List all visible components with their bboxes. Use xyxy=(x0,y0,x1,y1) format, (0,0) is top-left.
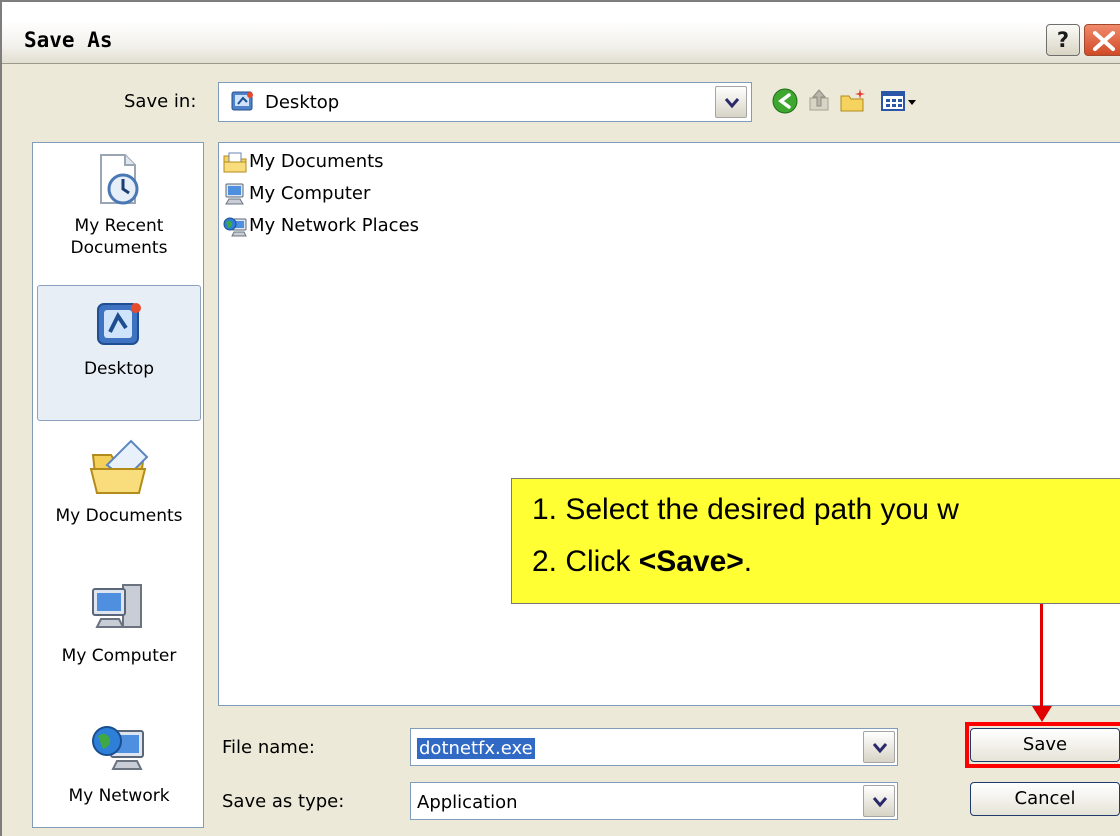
chevron-down-icon xyxy=(724,98,740,109)
up-folder-icon[interactable] xyxy=(804,86,834,116)
save-as-type-select[interactable]: Application xyxy=(410,782,898,820)
save-in-label: Save in: xyxy=(124,91,197,112)
place-my-computer[interactable]: My Computer xyxy=(37,579,201,679)
title-bar[interactable]: Save As ? xyxy=(2,2,1120,64)
place-label-line1: My Recent xyxy=(74,216,164,236)
file-name-dropdown[interactable] xyxy=(863,731,895,763)
file-name: My Documents xyxy=(249,151,384,172)
place-my-network[interactable]: My Network xyxy=(37,719,201,819)
computer-icon xyxy=(225,183,244,205)
cancel-button[interactable]: Cancel xyxy=(970,782,1120,816)
desktop-icon xyxy=(97,303,141,345)
save-as-dialog: Save As ? Save in: Desktop My Recent Doc… xyxy=(0,0,1120,836)
save-in-dropdown[interactable] xyxy=(715,86,747,118)
new-folder-icon[interactable] xyxy=(838,86,868,116)
my-network-icon xyxy=(92,726,144,770)
network-icon xyxy=(223,217,247,237)
view-menu-icon[interactable] xyxy=(880,86,920,116)
save-as-type-label: Save as type: xyxy=(222,791,345,812)
callout-line-2-bold: <Save> xyxy=(638,545,744,578)
file-name: My Network Places xyxy=(249,215,420,236)
back-icon[interactable] xyxy=(770,86,800,116)
file-name-input[interactable]: dotnetfx.exe xyxy=(410,728,898,766)
place-label-line1: My Computer xyxy=(61,646,177,666)
save-as-type-value: Application xyxy=(417,792,518,813)
place-label-line1: Desktop xyxy=(83,359,155,379)
places-bar: My Recent Documents Desktop My Documents xyxy=(32,142,204,828)
place-label-line2: Documents xyxy=(70,238,168,258)
file-name-label: File name: xyxy=(222,737,315,758)
close-icon xyxy=(1093,31,1115,51)
place-desktop[interactable]: Desktop xyxy=(37,285,201,421)
close-button[interactable] xyxy=(1084,24,1120,56)
desktop-small-icon xyxy=(231,91,253,111)
my-documents-icon xyxy=(89,439,149,494)
save-highlight-box xyxy=(965,722,1120,768)
dialog-title: Save As xyxy=(24,28,113,52)
pointer-arrow-line xyxy=(1040,604,1043,710)
save-in-combo[interactable]: Desktop xyxy=(218,82,752,122)
help-button[interactable]: ? xyxy=(1046,24,1080,56)
callout-line-2-prefix: 2. Click xyxy=(532,545,639,578)
save-in-value: Desktop xyxy=(265,92,340,113)
folder-icon xyxy=(223,152,247,173)
my-computer-icon xyxy=(92,584,142,628)
file-name-value: dotnetfx.exe xyxy=(417,738,535,759)
callout-line-2: 2. Click <Save>. xyxy=(532,545,752,579)
chevron-down-icon xyxy=(872,743,888,754)
callout-line-1: 1. Select the desired path you w xyxy=(532,493,959,526)
place-my-documents[interactable]: My Documents xyxy=(37,435,201,545)
place-label-line1: My Documents xyxy=(55,506,183,526)
recent-documents-icon xyxy=(100,154,139,205)
place-label-line1: My Network xyxy=(68,786,170,806)
file-name: My Computer xyxy=(249,183,371,204)
file-list[interactable]: My Documents My Computer My Network Plac… xyxy=(218,142,1120,706)
instruction-callout: 1. Select the desired path you w 2. Clic… xyxy=(511,478,1120,604)
chevron-down-icon xyxy=(872,797,888,808)
pointer-arrowhead xyxy=(1032,706,1052,722)
place-recent-documents[interactable]: My Recent Documents xyxy=(37,149,201,275)
save-as-type-dropdown[interactable] xyxy=(863,785,895,817)
callout-line-2-suffix: . xyxy=(743,545,753,578)
